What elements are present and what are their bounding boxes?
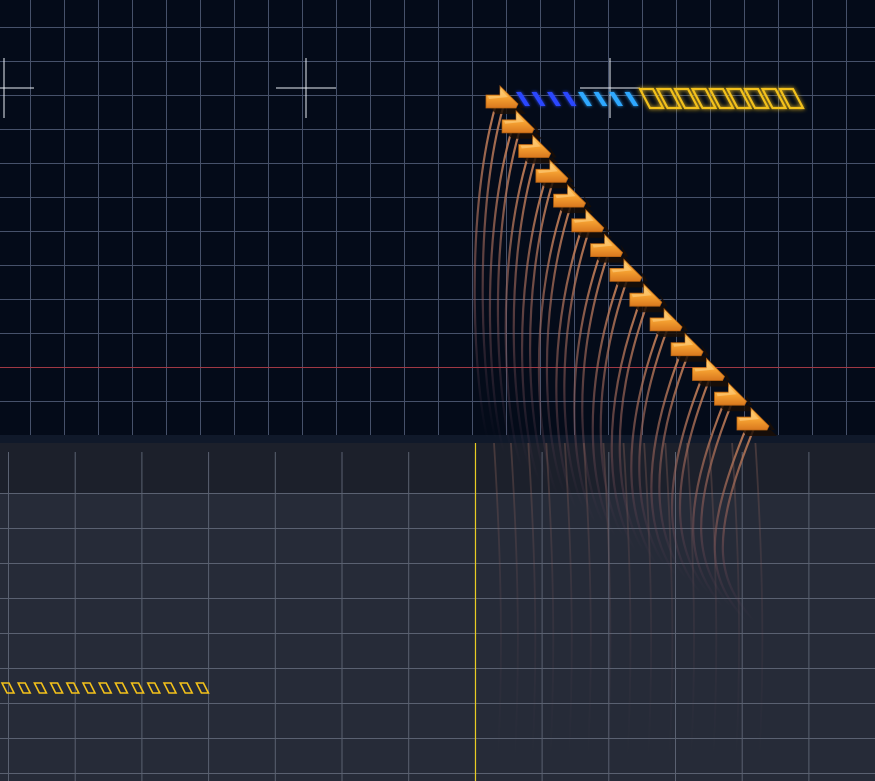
timeline-panel[interactable] [0,443,875,781]
timeline-ruler[interactable] [0,443,875,493]
playfield-background [0,0,875,437]
editor-canvas[interactable] [0,0,875,781]
playfield-panel[interactable] [0,0,875,437]
